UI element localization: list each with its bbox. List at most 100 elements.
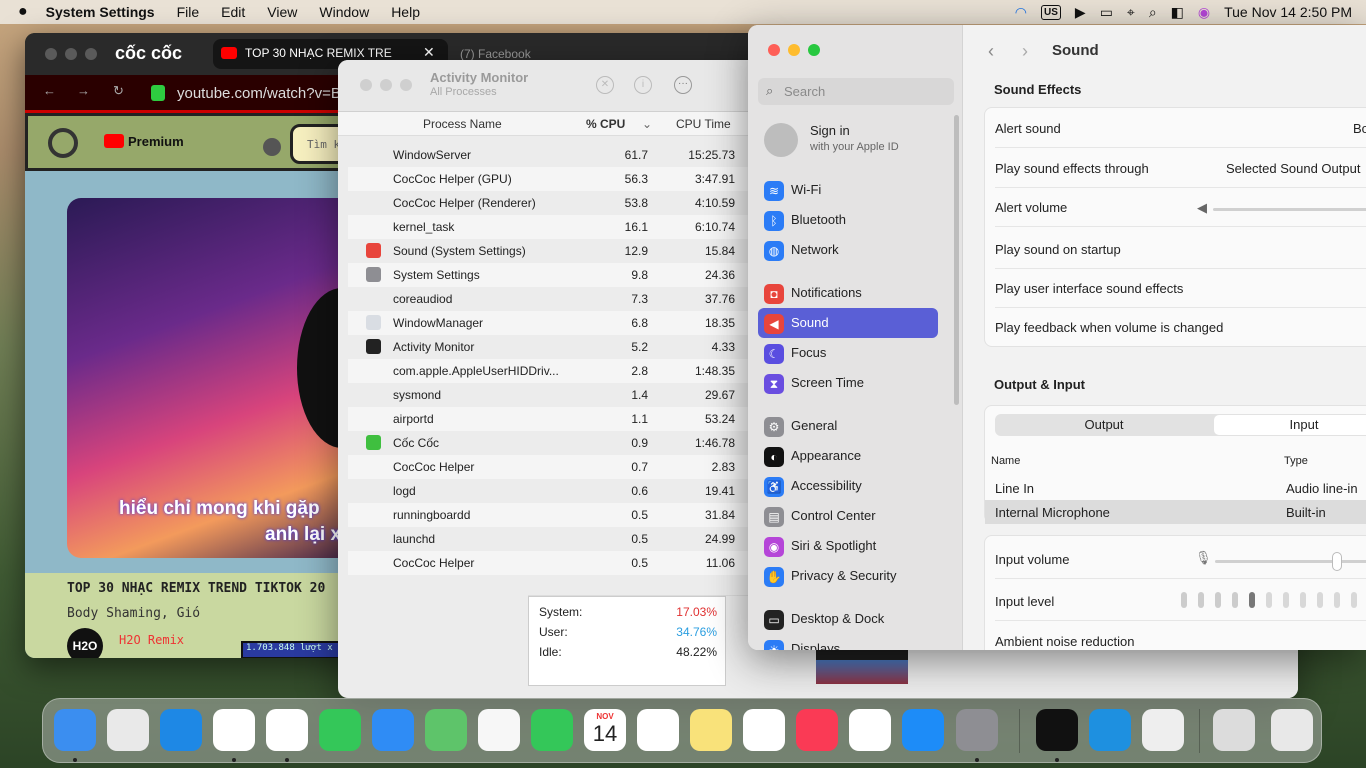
reminders-icon[interactable] (637, 709, 679, 751)
coccoc-update-icon[interactable] (1089, 709, 1131, 751)
device-row[interactable]: Line In Audio line-in (985, 476, 1366, 500)
appstore-icon[interactable] (902, 709, 944, 751)
apple-menu-icon[interactable]: ● (18, 3, 28, 21)
facetime-icon[interactable] (531, 709, 573, 751)
menu-icon[interactable] (48, 128, 78, 158)
table-row[interactable]: CocCoc Helper 0.7 2.83 (348, 455, 748, 479)
tab-facebook[interactable]: (7) Facebook (460, 47, 531, 61)
channel-name[interactable]: H2O Remix (119, 633, 184, 647)
siri-icon[interactable]: ◉ (1198, 4, 1210, 21)
sidebar-item-displays[interactable]: ☀ Displays (758, 634, 938, 650)
table-row[interactable]: airportd 1.1 53.24 (348, 407, 748, 431)
finder-icon[interactable] (54, 709, 96, 751)
video-player[interactable]: hiểu chỉ mong khi gặp anh lại x (67, 198, 367, 558)
music-icon[interactable] (796, 709, 838, 751)
sidebar-item-appearance[interactable]: ◐ Appearance (758, 441, 938, 471)
back-icon[interactable]: ← (43, 83, 56, 98)
table-row[interactable]: kernel_task 16.1 6:10.74 (348, 215, 748, 239)
messages-icon[interactable] (319, 709, 361, 751)
zoom-window-button[interactable] (808, 44, 820, 56)
input-source-indicator[interactable]: US (1041, 4, 1061, 20)
menu-view[interactable]: View (267, 4, 297, 20)
disk-utility-icon[interactable] (1213, 709, 1255, 751)
sidebar-item-focus[interactable]: ☾ Focus (758, 338, 938, 368)
table-row[interactable]: System Settings 9.8 24.36 (348, 263, 748, 287)
freeform-icon[interactable] (743, 709, 785, 751)
reload-icon[interactable]: ↻ (113, 83, 124, 99)
input-volume-slider[interactable] (1215, 552, 1366, 571)
sidebar-item-wi-fi[interactable]: ≋ Wi-Fi (758, 175, 938, 205)
sidebar-item-control-center[interactable]: ▤ Control Center (758, 501, 938, 531)
table-row[interactable]: CocCoc Helper 0.5 11.06 (348, 551, 748, 575)
sidebar-item-notifications[interactable]: ◘ Notifications (758, 278, 938, 308)
mail-icon[interactable] (372, 709, 414, 751)
tab-output[interactable]: Output (995, 414, 1213, 436)
close-window-button[interactable] (45, 48, 57, 60)
menu-window[interactable]: Window (319, 4, 369, 20)
clock[interactable]: Tue Nov 14 2:50 PM (1224, 4, 1352, 20)
wifi-icon[interactable]: ◠ (1015, 4, 1027, 21)
sidebar-item-sound[interactable]: ◀ Sound (758, 308, 938, 338)
sidebar-item-general[interactable]: ⚙ General (758, 411, 938, 441)
search-input[interactable]: ⌕ Search (758, 78, 954, 105)
sidebar-scrollbar[interactable] (954, 115, 959, 405)
info-icon[interactable]: i (634, 76, 652, 94)
sidebar-item-siri-spotlight[interactable]: ◉ Siri & Spotlight (758, 531, 938, 561)
sidebar-item-accessibility[interactable]: ♿ Accessibility (758, 471, 938, 501)
table-row[interactable]: launchd 0.5 24.99 (348, 527, 748, 551)
chrome-icon[interactable] (213, 709, 255, 751)
col-process-name[interactable]: Process Name (423, 117, 502, 131)
close-window-button[interactable] (768, 44, 780, 56)
table-row[interactable]: com.apple.AppleUserHIDDriv... 2.8 1:48.35 (348, 359, 748, 383)
back-icon[interactable]: ‹ (988, 41, 994, 62)
sidebar-item-privacy-security[interactable]: ✋ Privacy & Security (758, 561, 938, 591)
table-row[interactable]: Sound (System Settings) 12.9 15.84 (348, 239, 748, 263)
table-row[interactable]: Cốc Cốc 0.9 1:46.78 (348, 431, 748, 455)
youtube-logo-icon[interactable] (104, 134, 124, 148)
alert-sound-value[interactable]: Bo (1353, 121, 1366, 136)
menu-file[interactable]: File (177, 4, 200, 20)
trash-icon[interactable] (1271, 709, 1313, 751)
forward-icon[interactable]: → (77, 83, 90, 98)
spotlight-icon[interactable]: ⌕ (1149, 4, 1157, 21)
table-row[interactable]: Activity Monitor 5.2 4.33 (348, 335, 748, 359)
minimize-window-button[interactable] (380, 79, 392, 91)
close-tab-icon[interactable]: ✕ (423, 44, 435, 61)
now-playing-icon[interactable]: ▶ (1075, 4, 1086, 21)
table-row[interactable]: WindowManager 6.8 18.35 (348, 311, 748, 335)
table-row[interactable]: logd 0.6 19.41 (348, 479, 748, 503)
sidebar-item-screen-time[interactable]: ⧗ Screen Time (758, 368, 938, 398)
forward-icon[interactable]: › (1022, 41, 1028, 62)
table-row[interactable]: CocCoc Helper (GPU) 56.3 3:47.91 (348, 167, 748, 191)
sidebar-item-desktop-dock[interactable]: ▭ Desktop & Dock (758, 604, 938, 634)
tab-input[interactable]: Input (1214, 415, 1366, 435)
col-cpu[interactable]: % CPU (586, 117, 625, 131)
stop-process-icon[interactable]: ✕ (596, 76, 614, 94)
input-volume-knob[interactable] (1332, 552, 1343, 571)
minimize-window-button[interactable] (788, 44, 800, 56)
menu-app-name[interactable]: System Settings (46, 4, 155, 20)
col-cpu-time[interactable]: CPU Time (676, 117, 731, 131)
device-row-selected[interactable]: Internal Microphone Built-in (985, 500, 1366, 524)
maps-icon[interactable] (425, 709, 467, 751)
settings-icon[interactable] (956, 709, 998, 751)
apple-id-signin[interactable]: Sign in with your Apple ID (764, 121, 944, 161)
control-center-icon[interactable]: ◧ (1171, 4, 1184, 21)
more-options-icon[interactable]: ··· (674, 76, 692, 94)
avatar[interactable] (263, 138, 281, 156)
activity-monitor-icon[interactable] (1036, 709, 1078, 751)
table-row[interactable]: WindowServer 61.7 15:25.73 (348, 143, 748, 167)
news-icon[interactable] (849, 709, 891, 751)
zoom-window-button[interactable] (400, 79, 412, 91)
play-through-select[interactable]: Selected Sound Output (1226, 161, 1360, 176)
calendar-icon[interactable]: NOV 14 (584, 709, 626, 751)
table-row[interactable]: runningboardd 0.5 31.84 (348, 503, 748, 527)
table-row[interactable]: coreaudiod 7.3 37.76 (348, 287, 748, 311)
battery-icon[interactable]: ▭ (1100, 4, 1113, 21)
sidebar-item-bluetooth[interactable]: ᛒ Bluetooth (758, 205, 938, 235)
sidebar-item-network[interactable]: ◍ Network (758, 235, 938, 265)
coccoc-icon[interactable] (266, 709, 308, 751)
launchpad-icon[interactable] (107, 709, 149, 751)
menu-edit[interactable]: Edit (221, 4, 245, 20)
channel-avatar[interactable]: H2O (67, 628, 103, 658)
